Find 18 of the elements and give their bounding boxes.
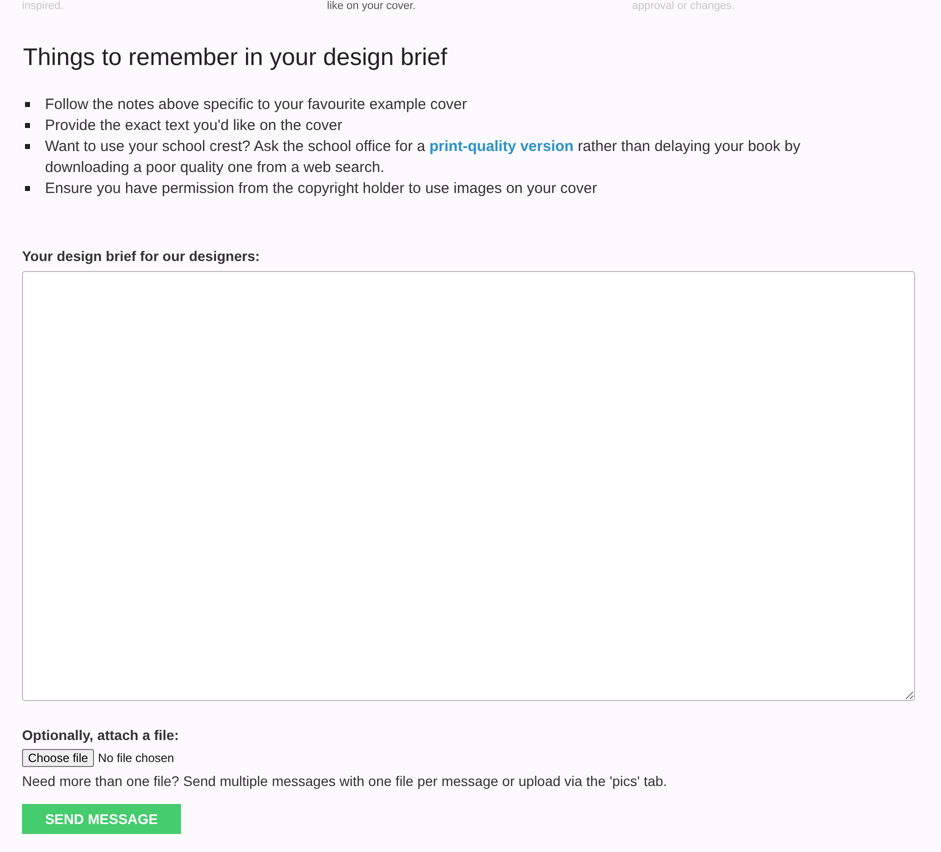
print-quality-link[interactable]: print-quality version bbox=[429, 138, 574, 155]
field-label: Your design brief for our designers: bbox=[22, 248, 261, 264]
tip-text: Ensure you have permission from the copyright holder to use images on your cover bbox=[45, 179, 597, 199]
design-brief-field[interactable] bbox=[22, 271, 915, 701]
bullet-icon bbox=[25, 186, 30, 191]
bullet-icon bbox=[25, 144, 30, 149]
tip-text: Want to use your school crest? Ask the school office for a print-quality version rather than delaying your book by downloading a poor quality one from a web search. bbox=[45, 137, 802, 178]
bullet-icon bbox=[25, 123, 30, 128]
tip-text: Provide the exact text you'd like on the cover bbox=[45, 116, 342, 136]
tip-text: Follow the notes above specific to your favourite example cover bbox=[45, 95, 467, 115]
section-heading: Things to remember in your design brief bbox=[23, 44, 448, 72]
step-caption: like on your cover. bbox=[327, 0, 417, 13]
send-message-button[interactable]: SEND MESSAGE bbox=[22, 804, 181, 834]
bullet-icon bbox=[25, 102, 30, 107]
file-note: Need more than one file? Send multiple messages with one file per message or upload via the 'pics' tab. bbox=[22, 773, 668, 789]
choose-file-button[interactable]: Choose file bbox=[22, 749, 94, 767]
file-status: No file chosen bbox=[98, 751, 174, 765]
field-label: Optionally, attach a file: bbox=[22, 727, 180, 743]
